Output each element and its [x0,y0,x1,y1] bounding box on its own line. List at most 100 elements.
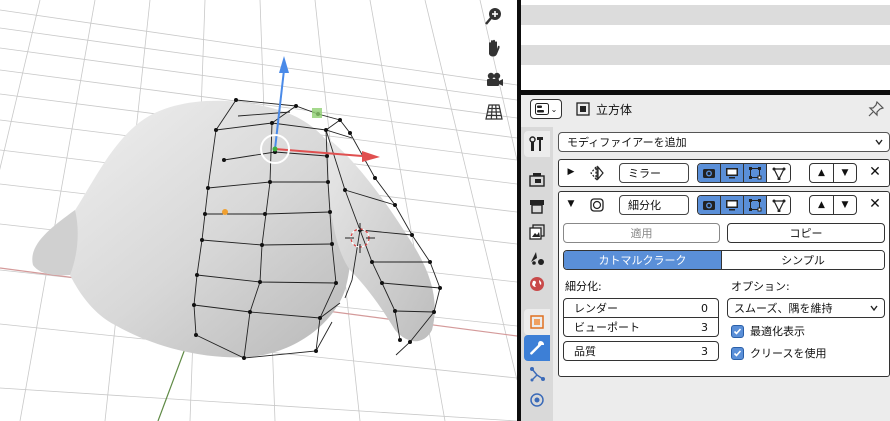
object-name: 立方体 [596,102,633,117]
outliner-row [521,45,890,65]
viewport-navigation [482,4,508,132]
subdivision-visibility-toggles [697,195,791,215]
hand-pan-icon[interactable] [482,36,506,60]
viewport-toggle[interactable] [721,196,744,214]
world-icon [530,277,544,291]
mesh-fin [32,210,78,276]
tab-physics[interactable] [524,387,550,413]
subdivision-name-field[interactable]: 細分化 [619,195,689,215]
mirror-modifier: ▶ ミラー ▲ ▼ ✕ [558,159,890,187]
tab-particles[interactable] [524,361,550,387]
outliner-row [521,5,890,25]
uv-smooth-dropdown[interactable]: スムーズ、隅を維持 [727,298,885,318]
zoom-icon[interactable] [482,4,506,28]
move-down-icon[interactable]: ▼ [833,196,856,214]
options-heading: オプション: [731,280,790,293]
tab-tool[interactable] [524,131,550,157]
subdivision-modifier: ▼ 細分化 ▲ ▼ ✕ 適用 コピー カトマルクラーク シンプル 細分化: オプ… [558,191,890,377]
checkmark-icon [731,346,744,360]
cage-icon [772,167,785,180]
edit-mode-icon [749,199,762,212]
tab-output[interactable] [524,193,550,219]
view-layer-icon [529,224,545,240]
close-icon[interactable]: ✕ [867,196,883,212]
render-toggle[interactable] [698,164,721,182]
physics-icon [530,393,544,407]
chevron-down-icon [870,305,878,312]
close-icon[interactable]: ✕ [867,164,883,180]
tab-modifiers[interactable] [524,335,550,361]
subdivided-mesh-body [32,100,352,358]
move-up-icon[interactable]: ▲ [810,164,833,182]
outliner[interactable] [521,0,890,90]
apply-button[interactable]: 適用 [563,223,720,243]
optimal-display-checkbox[interactable]: 最適化表示 [731,323,805,339]
mirror-modifier-header[interactable]: ▶ ミラー ▲ ▼ ✕ [559,160,889,186]
3d-viewport[interactable] [0,0,517,421]
properties-editor-icon [534,103,549,115]
uv-smooth-value: スムーズ、隅を維持 [734,302,833,315]
outliner-row [521,65,890,85]
render-levels-field[interactable]: レンダー 0 [563,298,719,318]
mirror-visibility-toggles [697,163,791,183]
on-cage-toggle[interactable] [767,196,790,214]
viewport-toggle[interactable] [721,164,744,182]
editor-type-button[interactable]: ⌄ [530,99,562,119]
render-icon [529,173,545,187]
quality-value: 3 [701,344,708,358]
edit-mode-toggle[interactable] [744,164,767,182]
catmull-clark-option[interactable]: カトマルクラーク [564,251,722,269]
outliner-row [521,25,890,45]
collapse-arrow-icon[interactable]: ▼ [565,198,577,210]
edit-mode-icon [749,167,762,180]
modifier-panel: モディファイアーを追加 ▶ ミラー ▲ ▼ ✕ ▼ 細分化 ▲ ▼ ✕ 適用 コ… [555,127,890,421]
on-cage-toggle[interactable] [767,164,790,182]
camera-icon [703,169,715,178]
simple-option[interactable]: シンプル [721,251,884,269]
tab-world[interactable] [524,271,550,297]
mirror-name-field[interactable]: ミラー [619,163,689,183]
modifier-wrench-icon [530,341,544,355]
tab-scene[interactable] [524,245,550,271]
object-data-icon [576,102,590,116]
pin-icon[interactable] [868,100,885,117]
edit-mode-toggle[interactable] [744,196,767,214]
quality-field[interactable]: 品質 3 [563,341,719,361]
scene-icon [531,252,544,265]
quality-label: 品質 [574,345,596,358]
viewport-levels-value: 3 [701,320,708,334]
grid-icon[interactable] [482,100,506,124]
subdivisions-heading: 細分化: [565,280,602,293]
subdivision-order-buttons: ▲ ▼ [809,195,857,215]
mirror-order-buttons: ▲ ▼ [809,163,857,183]
object-origin [222,209,228,215]
expand-arrow-icon[interactable]: ▶ [565,166,577,178]
render-toggle[interactable] [698,196,721,214]
subdivision-algorithm-toggle: カトマルクラーク シンプル [563,250,885,270]
chevron-down-icon [875,139,883,146]
subdivision-modifier-header[interactable]: ▼ 細分化 ▲ ▼ ✕ [559,192,889,218]
scene-canvas[interactable] [0,0,517,421]
monitor-icon [726,168,738,179]
move-up-icon[interactable]: ▲ [810,196,833,214]
tab-render[interactable] [524,167,550,193]
tab-object[interactable] [524,309,550,335]
camera-icon[interactable] [482,68,506,92]
use-creases-label: クリースを使用 [750,347,827,360]
properties-tab-bar [521,127,553,421]
cage-icon [772,199,785,212]
add-modifier-label: モディファイアーを追加 [567,136,687,149]
mirror-icon [589,165,605,181]
add-modifier-dropdown[interactable]: モディファイアーを追加 [558,132,890,152]
camera-icon [703,201,715,210]
viewport-levels-field[interactable]: ビューポート 3 [563,317,719,337]
properties-header: ⌄ 立方体 [521,95,890,123]
copy-button[interactable]: コピー [727,223,885,243]
move-down-icon[interactable]: ▼ [833,164,856,182]
use-creases-checkbox[interactable]: クリースを使用 [731,345,826,361]
optimal-display-label: 最適化表示 [750,325,805,338]
viewport-levels-label: ビューポート [574,321,640,334]
render-levels-value: 0 [701,301,708,315]
tab-view-layer[interactable] [524,219,550,245]
particles-icon [530,367,545,382]
